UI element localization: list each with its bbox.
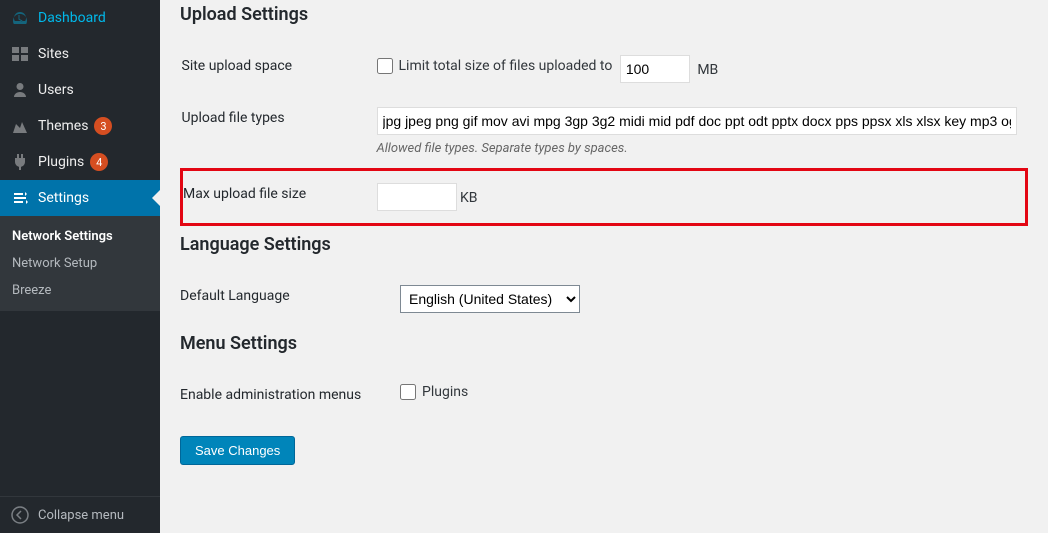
default-language-select[interactable]: English (United States)	[400, 285, 580, 313]
upload-settings-table: Site upload space Limit total size of fi…	[180, 43, 1028, 226]
file-types-description: Allowed file types. Separate types by sp…	[377, 141, 1017, 156]
sidebar-item-label: Dashboard	[38, 10, 106, 26]
sidebar-item-label: Themes	[38, 118, 88, 134]
menu-settings-table: Enable administration menus Plugins	[180, 372, 1028, 418]
update-badge: 3	[94, 117, 112, 135]
users-icon	[10, 80, 30, 100]
file-types-input[interactable]	[377, 107, 1017, 135]
settings-submenu: Network Settings Network Setup Breeze	[0, 216, 160, 311]
max-upload-size-row: Max upload file size KB	[182, 170, 1027, 225]
submenu-network-settings[interactable]: Network Settings	[0, 223, 160, 250]
menu-settings-heading: Menu Settings	[180, 333, 1028, 354]
sidebar-item-sites[interactable]: Sites	[0, 36, 160, 72]
sites-icon	[10, 44, 30, 64]
collapse-menu[interactable]: Collapse menu	[0, 496, 160, 533]
themes-icon	[10, 116, 30, 136]
save-changes-button[interactable]: Save Changes	[180, 436, 295, 465]
admin-menus-row: Enable administration menus Plugins	[180, 372, 1028, 418]
default-language-row: Default Language English (United States)	[180, 273, 1028, 325]
sidebar-item-themes[interactable]: Themes 3	[0, 108, 160, 144]
plugins-menu-text: Plugins	[422, 384, 468, 400]
plugins-icon	[10, 152, 30, 172]
site-upload-space-label: Site upload space	[182, 43, 377, 95]
upload-space-input[interactable]	[620, 55, 690, 83]
update-badge: 4	[90, 153, 108, 171]
admin-menus-label: Enable administration menus	[180, 372, 400, 418]
sidebar-item-users[interactable]: Users	[0, 72, 160, 108]
submenu-network-setup[interactable]: Network Setup	[0, 250, 160, 277]
admin-sidebar: Dashboard Sites Users Themes 3 Plugins 4…	[0, 0, 160, 533]
sidebar-item-label: Plugins	[38, 154, 84, 170]
settings-icon	[10, 188, 30, 208]
sidebar-item-label: Settings	[38, 190, 89, 206]
content-area: Upload Settings Site upload space Limit …	[160, 0, 1048, 533]
limit-upload-text: Limit total size of files uploaded to	[399, 58, 613, 74]
upload-space-unit: MB	[697, 62, 718, 78]
max-upload-size-input[interactable]	[377, 183, 457, 211]
language-settings-table: Default Language English (United States)	[180, 273, 1028, 325]
sidebar-item-settings[interactable]: Settings	[0, 180, 160, 216]
default-language-label: Default Language	[180, 273, 400, 325]
plugins-menu-label[interactable]: Plugins	[400, 384, 468, 400]
language-settings-heading: Language Settings	[180, 234, 1028, 255]
limit-upload-checkbox[interactable]	[377, 58, 393, 74]
max-upload-size-label: Max upload file size	[182, 170, 377, 225]
collapse-label: Collapse menu	[38, 508, 124, 523]
upload-settings-heading: Upload Settings	[180, 4, 1028, 25]
max-upload-size-unit: KB	[460, 190, 478, 206]
plugins-menu-checkbox[interactable]	[400, 384, 416, 400]
upload-file-types-label: Upload file types	[182, 95, 377, 170]
upload-file-types-row: Upload file types Allowed file types. Se…	[182, 95, 1027, 170]
sidebar-item-dashboard[interactable]: Dashboard	[0, 0, 160, 36]
sidebar-item-label: Users	[38, 82, 74, 98]
submenu-breeze[interactable]: Breeze	[0, 277, 160, 304]
collapse-icon	[10, 505, 30, 525]
sidebar-item-plugins[interactable]: Plugins 4	[0, 144, 160, 180]
site-upload-space-row: Site upload space Limit total size of fi…	[182, 43, 1027, 95]
dashboard-icon	[10, 8, 30, 28]
sidebar-item-label: Sites	[38, 46, 69, 62]
limit-upload-label[interactable]: Limit total size of files uploaded to	[377, 58, 613, 74]
